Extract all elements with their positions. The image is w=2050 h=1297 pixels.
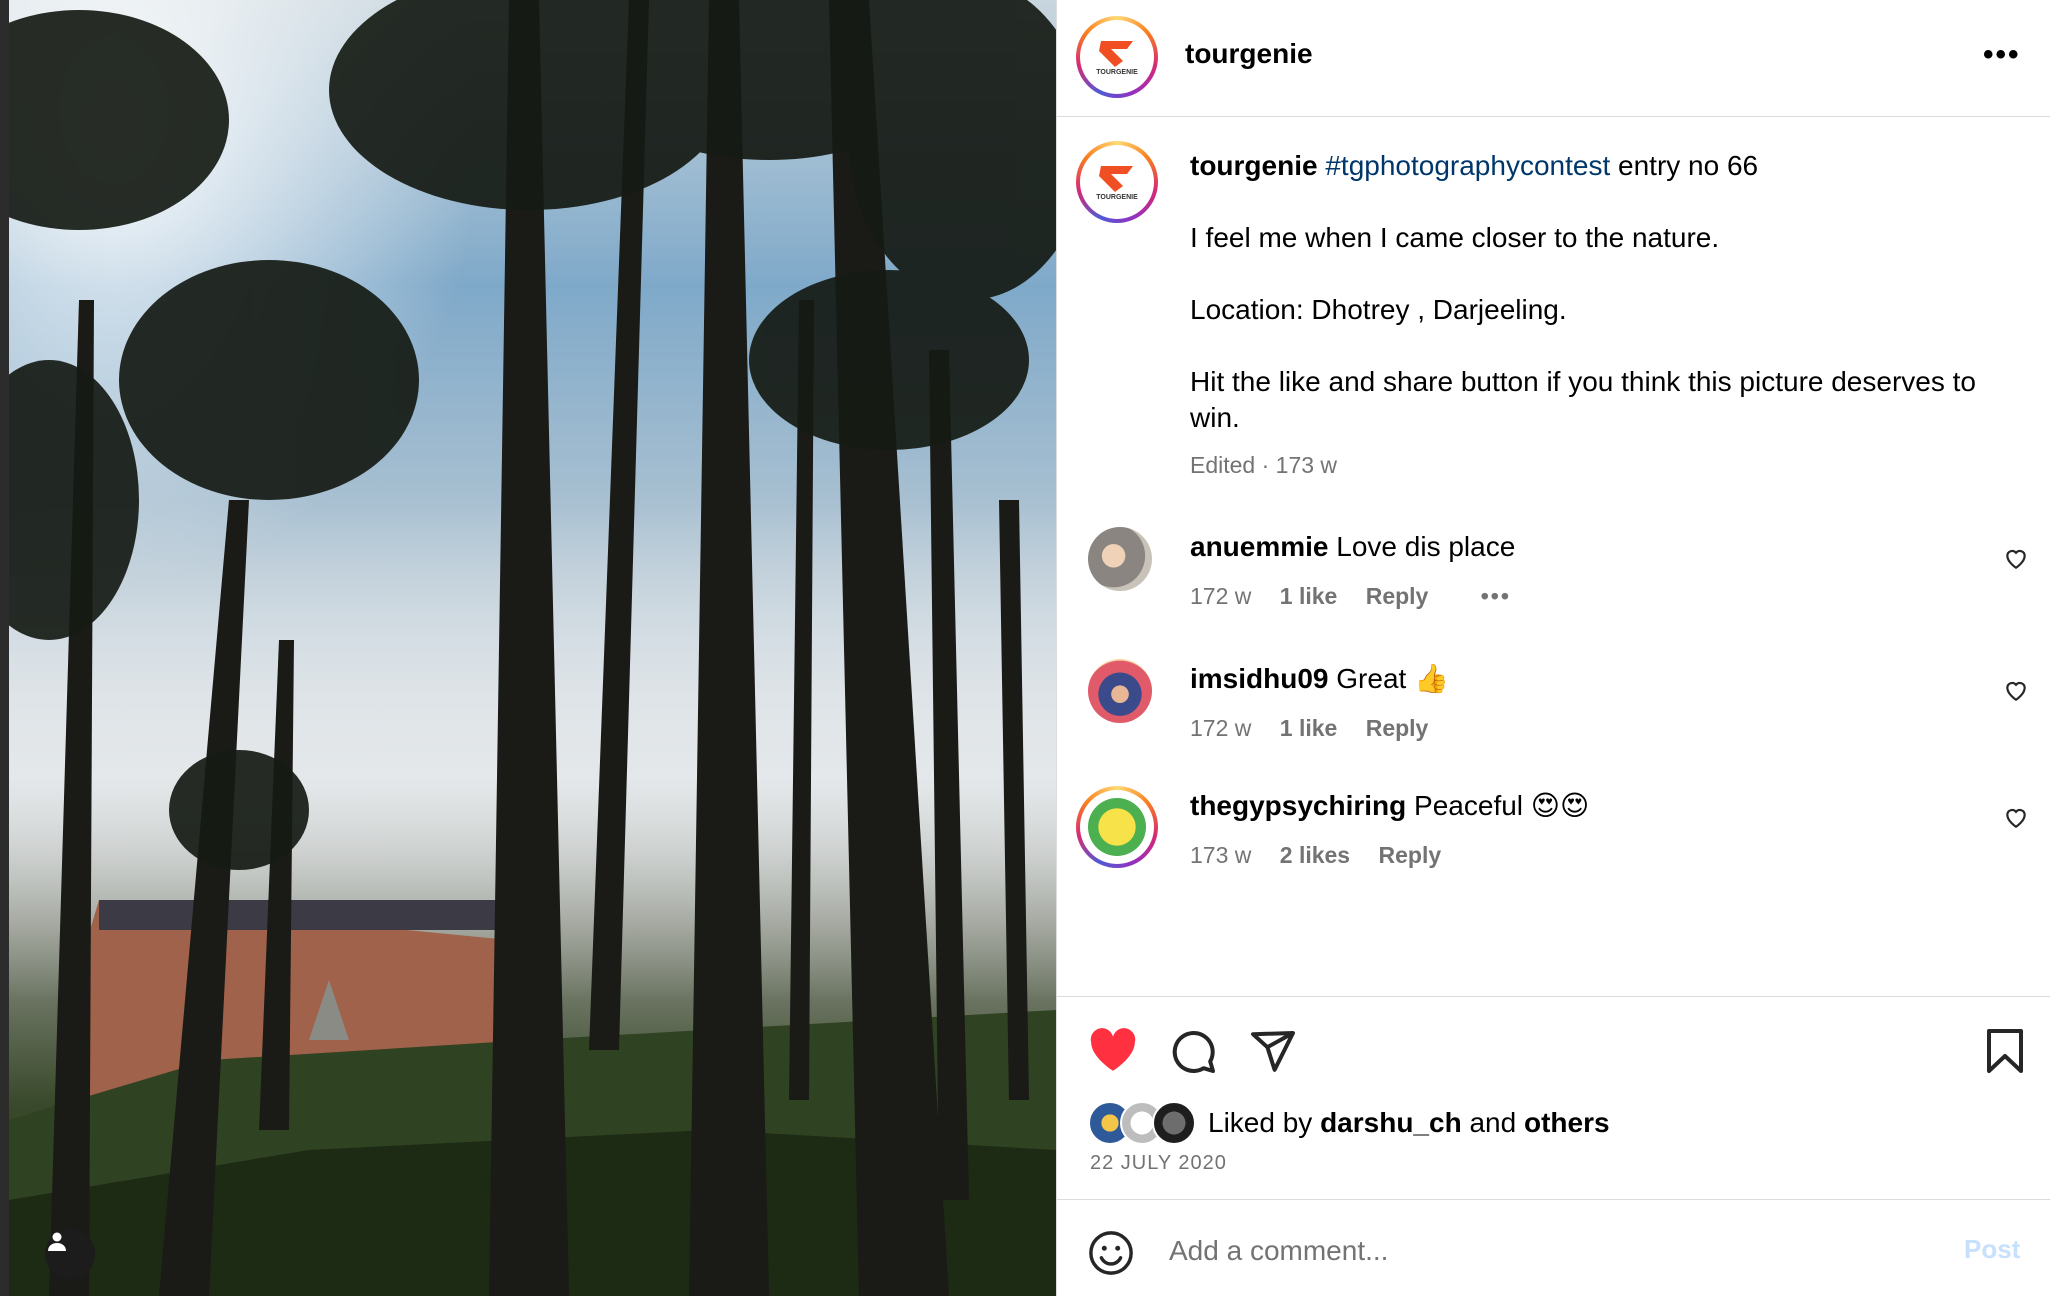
- window-edge: [0, 0, 9, 1296]
- comment-username[interactable]: imsidhu09: [1190, 663, 1328, 694]
- commenter-avatar[interactable]: [1088, 659, 1152, 723]
- add-comment-bar: Post: [1057, 1199, 2050, 1297]
- comment-age: 172 w: [1190, 583, 1252, 609]
- comment-likes[interactable]: 1 like: [1280, 715, 1338, 741]
- post-date: 22 JULY 2020: [1090, 1152, 1227, 1174]
- tourgenie-logo-icon: [1099, 165, 1133, 192]
- gypsy-logo-icon: [1088, 798, 1146, 856]
- caption-avatar[interactable]: TOURGENIE: [1076, 141, 1158, 223]
- forest-photo-illustration: [9, 0, 1056, 1296]
- comment-text: Great 👍: [1328, 663, 1449, 694]
- reply-button[interactable]: Reply: [1366, 583, 1429, 609]
- emoji-smile-icon[interactable]: [1088, 1230, 1134, 1276]
- caption-line-2: I feel me when I came closer to the natu…: [1190, 222, 1720, 253]
- post-comment-button[interactable]: Post: [1964, 1234, 2020, 1265]
- reply-button[interactable]: Reply: [1366, 715, 1429, 741]
- tourgenie-logo-icon: [1099, 40, 1133, 67]
- caption-first-line: entry no 66: [1610, 150, 1759, 181]
- post-photo[interactable]: [9, 0, 1056, 1296]
- caption-meta: Edited · 173 w: [1190, 452, 1338, 478]
- caption-username[interactable]: tourgenie: [1190, 150, 1318, 181]
- comment-bubble-icon[interactable]: [1169, 1027, 1217, 1075]
- logo-wordmark: TOURGENIE: [1096, 193, 1138, 201]
- comment-likes[interactable]: 1 like: [1280, 583, 1338, 609]
- comment-age: 173 w: [1190, 842, 1252, 868]
- save-bookmark-icon[interactable]: [1983, 1027, 2027, 1075]
- like-heart-icon[interactable]: [1088, 1027, 1138, 1073]
- comment-text: Love dis place: [1328, 531, 1516, 562]
- commenter-avatar[interactable]: [1076, 786, 1158, 868]
- comment-text: Peaceful 😍😍: [1406, 790, 1590, 821]
- tagged-users-button[interactable]: [45, 1229, 95, 1279]
- liked-by-middle: and: [1461, 1107, 1524, 1138]
- comment-like-heart-icon[interactable]: [2003, 804, 2029, 830]
- liked-by-user[interactable]: darshu_ch: [1320, 1107, 1462, 1138]
- comment-item: imsidhu09 Great 👍 172 w 1 like Reply: [1057, 659, 2050, 769]
- author-avatar[interactable]: TOURGENIE: [1076, 16, 1158, 98]
- share-send-icon[interactable]: [1249, 1027, 1297, 1075]
- caption-hashtag[interactable]: #tgphotographycontest: [1325, 150, 1610, 181]
- caption-line-3: Location: Dhotrey , Darjeeling.: [1190, 294, 1567, 325]
- logo-wordmark: TOURGENIE: [1096, 68, 1138, 76]
- post-caption: tourgenie #tgphotographycontest entry no…: [1190, 148, 2020, 436]
- comment-item: anuemmie Love dis place 172 w 1 like Rep…: [1057, 527, 2050, 637]
- comment-more-button[interactable]: •••: [1481, 583, 1511, 609]
- post-header: TOURGENIE tourgenie •••: [1057, 0, 2050, 117]
- caption-line-4: Hit the like and share button if you thi…: [1190, 366, 1976, 433]
- liker-avatar[interactable]: [1152, 1101, 1196, 1145]
- comment-username[interactable]: thegypsychiring: [1190, 790, 1406, 821]
- liked-by-prefix: Liked by: [1208, 1107, 1321, 1138]
- reply-button[interactable]: Reply: [1379, 842, 1442, 868]
- comment-like-heart-icon[interactable]: [2003, 545, 2029, 571]
- comment-like-heart-icon[interactable]: [2003, 677, 2029, 703]
- comment-input[interactable]: [1167, 1230, 1871, 1272]
- person-icon: [48, 1232, 66, 1251]
- post-details-panel: TOURGENIE tourgenie ••• TOURGENIE tourge…: [1057, 0, 2050, 1296]
- liked-by-others[interactable]: others: [1524, 1107, 1610, 1138]
- more-options-button[interactable]: •••: [1983, 38, 2021, 72]
- comment-username[interactable]: anuemmie: [1190, 531, 1329, 562]
- author-username[interactable]: tourgenie: [1185, 38, 1313, 70]
- commenter-avatar[interactable]: [1088, 527, 1152, 591]
- comment-item: thegypsychiring Peaceful 😍😍 173 w 2 like…: [1057, 786, 2050, 896]
- comment-age: 172 w: [1190, 715, 1252, 741]
- likes-summary: Liked by darshu_ch and others: [1088, 1101, 1610, 1145]
- comment-likes[interactable]: 2 likes: [1280, 842, 1350, 868]
